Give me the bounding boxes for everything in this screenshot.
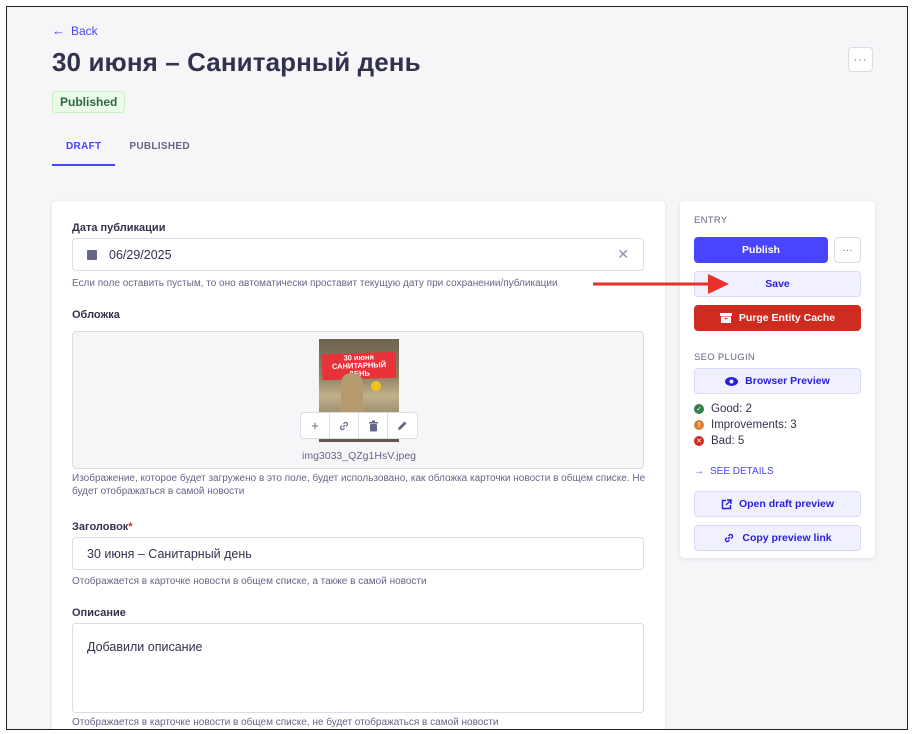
- see-details-label: SEE DETAILS: [710, 466, 774, 477]
- seo-good-row: ✓ Good: 2: [694, 403, 752, 415]
- heading-hint: Отображается в карточке новости в общем …: [72, 576, 427, 587]
- tab-published[interactable]: PUBLISHED: [115, 133, 203, 166]
- back-label: Back: [71, 23, 98, 38]
- copy-preview-link-label: Copy preview link: [742, 532, 832, 544]
- link-icon: [725, 533, 734, 543]
- link-icon[interactable]: [330, 413, 359, 438]
- archive-box-icon: [719, 313, 732, 323]
- description-label: Описание: [72, 607, 126, 619]
- cover-label: Обложка: [72, 309, 120, 321]
- publish-date-label: Дата публикации: [72, 222, 166, 234]
- heading-label: Заголовок*: [72, 521, 133, 533]
- back-link[interactable]: ← Back: [52, 23, 98, 38]
- cross-circle-icon: ✕: [694, 436, 704, 446]
- check-circle-icon: ✓: [694, 404, 704, 414]
- external-link-icon: [721, 498, 732, 509]
- seo-bad-text: Bad: 5: [711, 435, 745, 447]
- save-button[interactable]: Save: [694, 271, 861, 297]
- page-title: 30 июня – Санитарный день: [52, 47, 421, 77]
- status-badge: Published: [52, 91, 126, 113]
- seo-section-title: SEO PLUGIN: [694, 352, 756, 363]
- plus-icon[interactable]: +: [301, 413, 330, 438]
- version-tabs: DRAFT PUBLISHED: [52, 133, 204, 166]
- required-mark: *: [128, 521, 133, 533]
- publish-date-hint: Если поле оставить пустым, то оно автома…: [72, 278, 558, 289]
- app-frame: ← Back 30 июня – Санитарный день ··· Pub…: [6, 6, 908, 730]
- heading-label-text: Заголовок: [72, 521, 129, 533]
- publish-date-value: 06/29/2025: [109, 247, 172, 262]
- entry-sidebar: ENTRY Publish ··· Save Purge Entity Cach…: [680, 201, 875, 558]
- browser-preview-label: Browser Preview: [745, 375, 830, 387]
- open-draft-preview-label: Open draft preview: [738, 498, 835, 510]
- description-textarea[interactable]: Добавили описание: [72, 623, 644, 713]
- pencil-icon[interactable]: [388, 413, 417, 438]
- heading-value: 30 июня – Санитарный день: [87, 546, 252, 561]
- cover-filename: img3033_QZg1HsV.jpeg: [301, 450, 417, 462]
- warning-circle-icon: !: [694, 420, 704, 430]
- cover-media-field[interactable]: 30 июня САНИТАРНЫЙ ДЕНЬ + img3033_QZg1Hs…: [72, 331, 644, 469]
- media-actions-toolbar: +: [300, 412, 418, 439]
- more-actions-button[interactable]: ···: [848, 47, 873, 72]
- trash-icon[interactable]: [359, 413, 388, 438]
- browser-preview-button[interactable]: Browser Preview: [694, 368, 861, 394]
- copy-preview-link-button[interactable]: Copy preview link: [694, 525, 861, 551]
- seo-improvements-text: Improvements: 3: [711, 419, 797, 431]
- arrow-right-icon: →: [694, 466, 704, 477]
- see-details-link[interactable]: → SEE DETAILS: [694, 466, 774, 477]
- seo-improvements-row: ! Improvements: 3: [694, 419, 797, 431]
- heading-input[interactable]: 30 июня – Санитарный день: [72, 537, 644, 570]
- entry-form-card: Дата публикации 06/29/2025 ✕ Если поле о…: [52, 201, 665, 729]
- tab-draft[interactable]: DRAFT: [52, 133, 116, 166]
- seo-bad-row: ✕ Bad: 5: [694, 435, 744, 447]
- entry-more-button[interactable]: ···: [834, 237, 861, 263]
- arrow-left-icon: ←: [52, 23, 65, 38]
- seo-good-text: Good: 2: [711, 403, 752, 415]
- purge-cache-button[interactable]: Purge Entity Cache: [694, 305, 861, 331]
- publish-date-input[interactable]: 06/29/2025 ✕: [72, 238, 644, 271]
- cover-hint: Изображение, которое будет загружено в э…: [72, 473, 646, 497]
- calendar-icon: [87, 249, 97, 260]
- publish-button[interactable]: Publish: [694, 237, 828, 263]
- entry-section-title: ENTRY: [694, 215, 728, 226]
- open-draft-preview-button[interactable]: Open draft preview: [694, 491, 861, 517]
- close-icon[interactable]: ✕: [617, 246, 629, 263]
- purge-cache-label: Purge Entity Cache: [738, 312, 836, 324]
- image-detail: [371, 381, 381, 391]
- description-hint: Отображается в карточке новости в общем …: [72, 717, 499, 728]
- eye-icon: [725, 376, 739, 386]
